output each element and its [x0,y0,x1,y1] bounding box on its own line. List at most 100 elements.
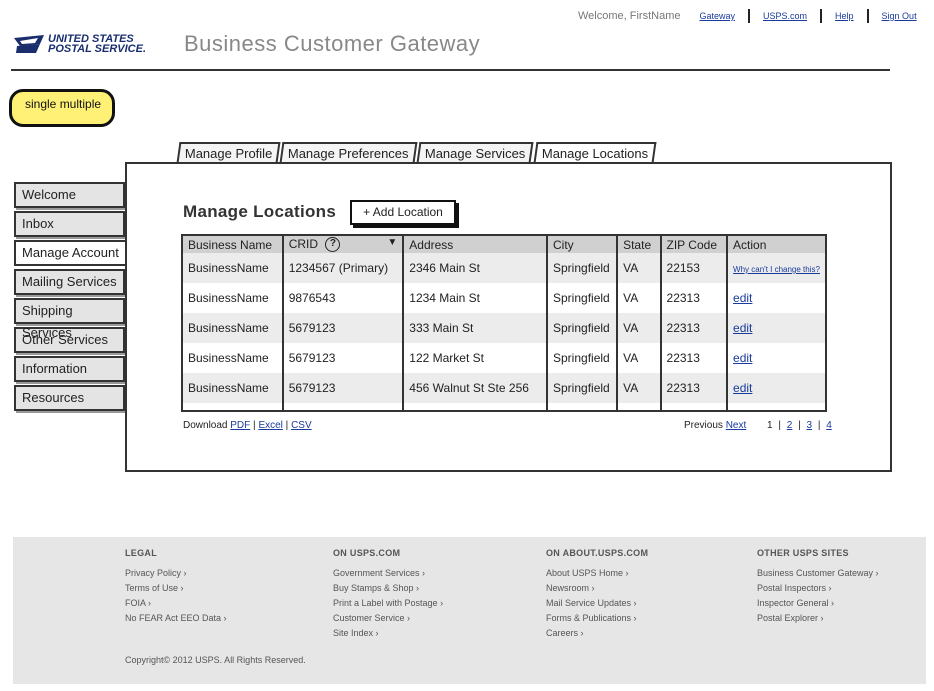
sort-down-icon[interactable]: ▼ [387,237,397,248]
sidebar-item-other-services[interactable]: Other Services [14,327,127,353]
footer-link[interactable]: Postal Inspectors › [757,581,879,596]
edit-link[interactable]: edit [733,381,752,395]
table-row: BusinessName 5679123 122 Market St Sprin… [182,343,826,373]
cell-business-name: BusinessName [188,291,269,305]
pager-page-link[interactable]: 2 [787,420,793,431]
footer-link[interactable]: Terms of Use › [125,581,227,596]
tab-label: Manage Services [425,146,526,161]
cell-action: edit [726,283,826,313]
footer-link[interactable]: Business Customer Gateway › [757,566,879,581]
section-title: Manage Locations [183,202,337,221]
gateway-link[interactable]: Gateway [699,11,735,21]
footer-link[interactable]: Forms & Publications › [546,611,648,626]
link-divider [748,9,751,23]
footer-link[interactable]: No FEAR Act EEO Data › [125,611,227,626]
page-title: Business Customer Gateway [184,31,481,56]
usps-com-link[interactable]: USPS.com [763,11,807,21]
cell-state: VA [616,313,661,343]
footer-link[interactable]: Buy Stamps & Shop › [333,581,443,596]
cell-crid: 9876543 [281,283,404,313]
column-header-address[interactable]: Address [402,235,547,253]
column-header-zip[interactable]: ZIP Code [659,235,728,253]
table-header-row: Business Name CRID ? ▼ Address City Stat… [182,235,826,253]
footer-link[interactable]: About USPS Home › [546,566,648,581]
column-header-action: Action [726,235,826,253]
footer-column-usps-com: ON USPS.COM Government Services › Buy St… [333,548,443,641]
cell-zip: 22313 [659,313,728,343]
link-divider [866,9,869,23]
pager-next-link[interactable]: Next [726,420,747,431]
sign-out-link[interactable]: Sign Out [882,11,917,21]
pager-page-link[interactable]: 4 [826,420,832,431]
footer-link[interactable]: Mail Service Updates › [546,596,648,611]
cell-city: Springfield [545,253,618,283]
pager-previous: Previous [684,420,723,431]
sidebar-item-welcome[interactable]: Welcome [14,182,127,208]
footer-link[interactable]: Postal Explorer › [757,611,879,626]
eagle-icon [14,35,44,53]
column-header-label: CRID [288,236,319,251]
top-links: Welcome, FirstName Gateway USPS.com Help… [578,9,917,23]
table-row-spacer [182,403,826,411]
tab-manage-services[interactable]: Manage Services [416,142,535,163]
cell-city: Springfield [545,343,618,373]
edit-link[interactable]: edit [733,291,752,305]
add-location-button[interactable]: + Add Location [350,200,456,225]
sidebar-item-shipping-services[interactable]: Shipping Services [14,298,127,340]
footer: LEGAL Privacy Policy › Terms of Use › FO… [13,537,926,684]
download-excel-link[interactable]: Excel [258,420,282,431]
column-header-crid[interactable]: CRID ? ▼ [281,235,404,253]
help-link[interactable]: Help [835,11,854,21]
footer-link[interactable]: Customer Service › [333,611,443,626]
column-header-city[interactable]: City [545,235,618,253]
sidebar-item-information[interactable]: Information [14,356,127,382]
edit-link[interactable]: edit [733,351,752,365]
footer-column-other-sites: OTHER USPS SITES Business Customer Gatew… [757,548,879,626]
footer-link[interactable]: Careers › [546,626,648,641]
download-csv-link[interactable]: CSV [291,420,312,431]
cell-action: edit [726,373,826,403]
footer-link[interactable]: Site Index › [333,626,443,641]
usps-logo[interactable]: UNITED STATES POSTAL SERVICE. [14,34,147,55]
annotation-note: single multiple [9,89,115,127]
cell-business-name: BusinessName [182,373,283,403]
cell-city: Springfield [545,373,618,403]
download-pdf-link[interactable]: PDF [230,420,250,431]
header-divider [11,69,890,71]
cell-address: 2346 Main St [402,253,547,283]
sidebar-item-inbox[interactable]: Inbox [14,211,127,237]
footer-heading: LEGAL [125,548,157,558]
cell-crid: 5679123 [281,343,404,373]
footer-link[interactable]: Government Services › [333,566,443,581]
help-icon[interactable]: ? [325,237,341,253]
sidebar-item-mailing-services[interactable]: Mailing Services [14,269,127,295]
footer-heading: OTHER USPS SITES [757,548,849,558]
footer-link[interactable]: Inspector General › [757,596,879,611]
cell-address: 456 Walnut St Ste 256 [402,373,547,403]
column-header-business-name[interactable]: Business Name [182,235,283,253]
footer-link[interactable]: Newsroom › [546,581,648,596]
footer-link[interactable]: Privacy Policy › [125,566,227,581]
sidebar-item-manage-account[interactable]: Manage Account [14,240,129,266]
footer-link[interactable]: FOIA › [125,596,227,611]
cell-crid: 5679123 [281,313,404,343]
cell-state: VA [616,253,661,283]
why-cant-change-link[interactable]: Why can't I change this? [733,265,820,274]
pager-page-link[interactable]: 3 [807,420,813,431]
tab-manage-preferences[interactable]: Manage Preferences [279,142,418,163]
cell-action: Why can't I change this? [726,253,826,283]
tab-manage-profile[interactable]: Manage Profile [176,142,281,163]
table-row: BusinessName 5679123 456 Walnut St Ste 2… [182,373,826,403]
footer-column-about-usps: ON ABOUT.USPS.COM About USPS Home › News… [546,548,648,641]
pager-current-page: 1 [767,420,773,431]
footer-link[interactable]: Print a Label with Postage › [333,596,443,611]
edit-link[interactable]: edit [733,321,752,335]
table-row: BusinessName 9876543 1234 Main St Spring… [182,283,826,313]
sidebar-item-resources[interactable]: Resources [14,385,127,411]
tab-label: Manage Locations [541,146,648,161]
tab-manage-locations[interactable]: Manage Locations [533,142,657,163]
logo-line-2: POSTAL SERVICE. [48,43,147,55]
tab-bar: Manage Profile Manage Preferences Manage… [176,142,657,163]
cell-address: 122 Market St [402,343,547,373]
column-header-state[interactable]: State [616,235,661,253]
